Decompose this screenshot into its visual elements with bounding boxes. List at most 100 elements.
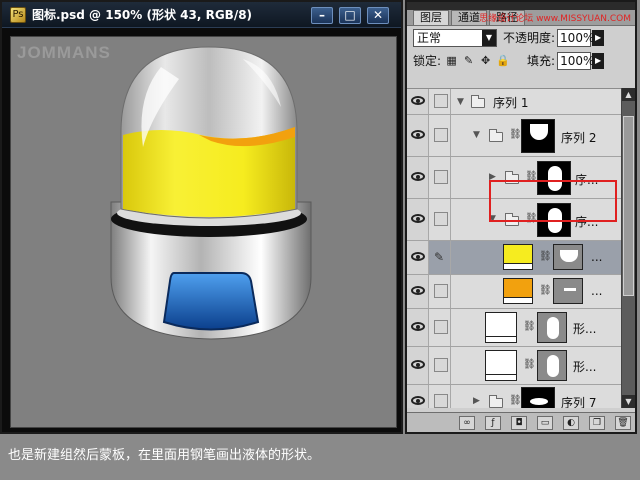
layer-row-shape-2[interactable]: ⛓ 形...	[407, 347, 621, 385]
blend-mode-value: 正常	[417, 31, 442, 45]
link-box[interactable]	[434, 128, 448, 142]
layer-row-orange-shape[interactable]: ⛓ ...	[407, 275, 621, 309]
eye-icon[interactable]	[411, 396, 425, 405]
color-fill-thumbnail	[503, 244, 533, 270]
eye-icon[interactable]	[411, 214, 425, 223]
scroll-thumb[interactable]	[623, 116, 634, 296]
psd-file-icon: Ps	[10, 6, 26, 23]
layer-name: 序列 1	[493, 96, 529, 110]
layer-name: ...	[591, 250, 603, 264]
new-layer-icon[interactable]: ❐	[589, 415, 605, 430]
layer-name: ...	[591, 284, 603, 298]
eye-icon[interactable]	[411, 172, 425, 181]
layer-row-group-7[interactable]: ▶ ⛓ 序列 7	[407, 385, 621, 408]
layer-name: 形...	[573, 360, 597, 374]
chain-link-icon: ⛓	[525, 171, 538, 182]
layer-row-shape-1[interactable]: ⛓ 形...	[407, 309, 621, 347]
folder-icon	[489, 129, 503, 142]
link-box[interactable]	[434, 358, 448, 372]
color-fill-thumbnail	[503, 278, 533, 304]
fill-label: 填充:	[527, 54, 556, 68]
layer-name: 序列 2	[561, 131, 597, 145]
new-group-icon[interactable]: ▭	[537, 415, 553, 430]
chevron-down-icon: ▼	[482, 29, 496, 46]
mask-thumbnail	[537, 161, 571, 195]
trash-icon[interactable]: 🗑	[615, 415, 631, 430]
link-layers-icon[interactable]: ∞	[459, 415, 475, 430]
folder-icon	[505, 171, 519, 184]
chain-link-icon: ⛓	[523, 359, 536, 370]
chain-link-icon: ⛓	[509, 129, 522, 140]
layers-panel: 图层 通道 路径 思缘设计论坛 www.MISSYUAN.COM 正常 ▼ 不透…	[405, 0, 637, 434]
lock-position-icon[interactable]: ✥	[479, 54, 492, 67]
vector-mask-thumbnail	[553, 278, 583, 304]
layer-name: 形...	[573, 322, 597, 336]
adjustment-layer-icon[interactable]: ◐	[563, 415, 579, 430]
eye-icon[interactable]	[411, 322, 425, 331]
tutorial-caption: 也是新建组然后蒙板，在里面用钢笔画出液体的形状。	[8, 448, 321, 463]
lock-pixels-icon[interactable]: ✎	[462, 54, 475, 67]
opacity-slider-button[interactable]: ▶	[592, 29, 605, 46]
add-mask-icon[interactable]: ◘	[511, 415, 527, 430]
eye-icon[interactable]	[411, 360, 425, 369]
link-box[interactable]	[434, 320, 448, 334]
opacity-label: 不透明度:	[503, 31, 556, 45]
expand-down-icon[interactable]: ▼	[457, 97, 464, 107]
expand-right-icon[interactable]: ▶	[473, 396, 480, 406]
site-watermark: 思缘设计论坛 www.MISSYUAN.COM	[479, 14, 631, 24]
panel-title-bar[interactable]	[407, 2, 635, 10]
lock-transparency-icon[interactable]: ▦	[445, 54, 458, 67]
chain-link-icon: ⛓	[523, 321, 536, 332]
chain-link-icon: ⛓	[539, 285, 552, 296]
capsule-icon-artwork	[110, 46, 312, 340]
fill-slider-button[interactable]: ▶	[592, 52, 605, 69]
vector-mask-thumbnail	[537, 350, 567, 381]
expand-down-icon[interactable]: ▼	[473, 130, 480, 140]
folder-icon	[471, 95, 485, 108]
vector-mask-thumbnail	[537, 312, 567, 343]
mask-thumbnail	[521, 119, 555, 153]
eye-icon[interactable]	[411, 96, 425, 105]
vector-mask-thumbnail	[553, 244, 583, 270]
mask-thumbnail	[521, 387, 555, 408]
layer-name: 序...	[575, 215, 599, 229]
panel-tabs: 图层 通道 路径 思缘设计论坛 www.MISSYUAN.COM	[407, 10, 635, 26]
link-box[interactable]	[434, 212, 448, 226]
layer-row-group-3[interactable]: ▶ ⛓ 序...	[407, 157, 621, 199]
tab-layers[interactable]: 图层	[413, 10, 449, 25]
eye-icon[interactable]	[411, 130, 425, 139]
layer-name: 序列 7	[561, 396, 597, 408]
document-window: Ps 图标.psd @ 150% (形状 43, RGB/8) – □ ✕ JO…	[0, 0, 403, 434]
link-box[interactable]	[434, 94, 448, 108]
maximize-button[interactable]: □	[339, 7, 361, 24]
color-fill-thumbnail	[485, 312, 517, 343]
layer-row-group-2[interactable]: ▼ ⛓ 序列 2	[407, 115, 621, 157]
eye-icon[interactable]	[411, 286, 425, 295]
canvas[interactable]: JOMMANS	[10, 36, 397, 428]
opacity-input[interactable]: 100%	[557, 28, 594, 47]
folder-icon	[489, 395, 503, 408]
expand-right-icon[interactable]: ▶	[489, 172, 496, 182]
color-fill-thumbnail	[485, 350, 517, 381]
expand-down-icon[interactable]: ▼	[489, 214, 496, 224]
link-box[interactable]	[434, 394, 448, 408]
close-button[interactable]: ✕	[367, 7, 389, 24]
link-box[interactable]	[434, 170, 448, 184]
scroll-up-icon[interactable]: ▲	[622, 88, 635, 101]
layer-list-scrollbar[interactable]: ▲ ▼	[621, 88, 635, 408]
layer-row-group-1[interactable]: ▼ 序列 1	[407, 89, 621, 115]
scroll-down-icon[interactable]: ▼	[622, 395, 635, 408]
lock-all-icon[interactable]: 🔒	[496, 54, 510, 67]
document-titlebar[interactable]: Ps 图标.psd @ 150% (形状 43, RGB/8) – □ ✕	[2, 2, 401, 28]
chain-link-icon: ⛓	[509, 395, 522, 406]
eye-icon[interactable]	[411, 252, 425, 261]
link-box[interactable]	[434, 284, 448, 298]
chain-link-icon: ⛓	[539, 251, 552, 262]
layer-row-yellow-shape[interactable]: ✎ ⛓ ...	[407, 241, 621, 275]
fill-input[interactable]: 100%	[557, 51, 594, 70]
layer-list: ▼ 序列 1 ▼ ⛓ 序列 2 ▶ ⛓ 序... ▼ ⛓ 序... ✎ ⛓ ..…	[407, 88, 621, 408]
layer-row-group-4[interactable]: ▼ ⛓ 序...	[407, 199, 621, 241]
blend-mode-select[interactable]: 正常 ▼	[413, 28, 497, 47]
minimize-button[interactable]: –	[311, 7, 333, 24]
layer-style-icon[interactable]: ƒ	[485, 415, 501, 430]
